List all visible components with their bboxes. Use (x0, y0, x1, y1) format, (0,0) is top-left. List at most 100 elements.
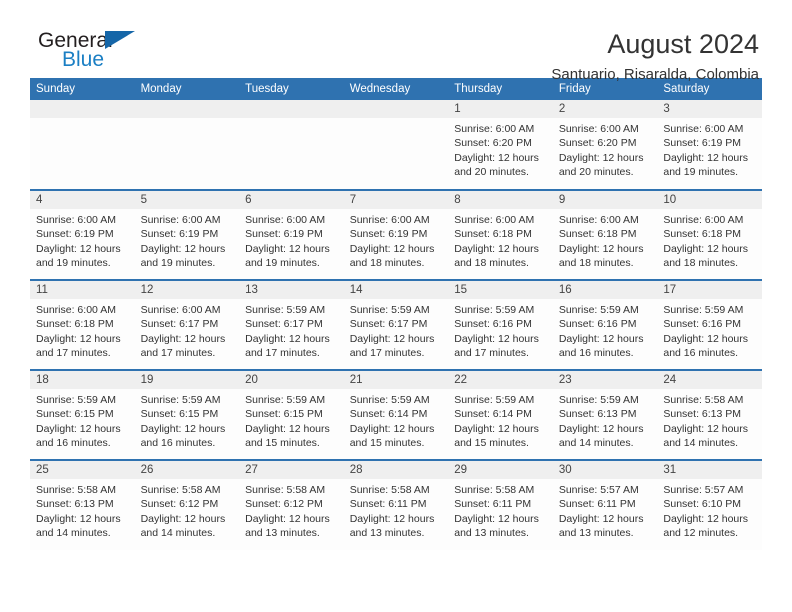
daylight-text-line2: and 15 minutes. (245, 437, 320, 450)
daylight-text-line2: and 14 minutes. (558, 437, 634, 450)
brand-logo[interactable]: General Blue (30, 28, 150, 78)
day-cell-empty (30, 100, 135, 190)
daylight-text-line2: and 17 minutes. (245, 347, 320, 360)
sunset-text: Sunset: 6:18 PM (558, 228, 637, 241)
daylight-text-line1: Daylight: 12 hours (454, 332, 539, 345)
day-cell-empty (343, 100, 449, 190)
sunset-text: Sunset: 6:18 PM (663, 228, 742, 241)
day-cell[interactable]: 28 Sunrise: 5:58 AM Sunset: 6:11 PM Dayligh… (343, 459, 449, 550)
day-details: Sunrise: 5:58 AM Sunset: 6:11 PM Daylight:… (448, 479, 553, 541)
daylight-text-line2: and 18 minutes. (454, 257, 529, 270)
day-details: Sunrise: 5:59 AM Sunset: 6:15 PM Daylight:… (30, 389, 135, 451)
daylight-text-line1: Daylight: 12 hours (663, 151, 749, 164)
sunset-text: Sunset: 6:12 PM (245, 498, 323, 511)
calendar-body: 1 Sunrise: 6:00 AM Sunset: 6:20 PM Daylight… (30, 100, 762, 550)
day-number: 14 (343, 281, 449, 299)
day-cell[interactable]: 26 Sunrise: 5:58 AM Sunset: 6:12 PM Dayligh… (134, 459, 240, 550)
day-number: 17 (657, 281, 762, 299)
day-cell[interactable]: 6 Sunrise: 6:00 AM Sunset: 6:19 PM Daylight… (239, 189, 344, 280)
day-cell[interactable]: 23 Sunrise: 5:59 AM Sunset: 6:13 PM Dayligh… (552, 369, 658, 460)
daylight-text-line2: and 12 minutes. (663, 527, 739, 540)
day-details: Sunrise: 5:57 AM Sunset: 6:10 PM Daylight:… (657, 479, 762, 541)
daylight-text-line2: and 17 minutes. (36, 347, 111, 360)
day-details: Sunrise: 5:59 AM Sunset: 6:16 PM Daylight:… (553, 299, 658, 361)
daylight-text-line1: Daylight: 12 hours (140, 242, 226, 255)
daylight-text-line2: and 16 minutes. (140, 437, 216, 450)
day-details: Sunrise: 6:00 AM Sunset: 6:18 PM Daylight:… (30, 299, 135, 361)
day-cell[interactable]: 11 Sunrise: 6:00 AM Sunset: 6:18 PM Dayligh… (30, 279, 135, 370)
day-cell[interactable]: 14 Sunrise: 5:59 AM Sunset: 6:17 PM Dayligh… (343, 279, 449, 370)
day-cell[interactable]: 17 Sunrise: 5:59 AM Sunset: 6:16 PM Dayligh… (657, 279, 762, 370)
day-cell[interactable]: 19 Sunrise: 5:59 AM Sunset: 6:15 PM Dayligh… (134, 369, 240, 460)
day-details: Sunrise: 6:00 AM Sunset: 6:17 PM Daylight:… (135, 299, 240, 361)
daylight-text-line1: Daylight: 12 hours (349, 332, 435, 345)
day-number: 10 (657, 191, 762, 209)
day-cell[interactable]: 7 Sunrise: 6:00 AM Sunset: 6:19 PM Daylight… (343, 189, 449, 280)
day-details: Sunrise: 6:00 AM Sunset: 6:20 PM Daylight:… (553, 118, 658, 180)
sunset-text: Sunset: 6:16 PM (454, 318, 532, 331)
sunset-text: Sunset: 6:18 PM (454, 228, 532, 241)
sunrise-text: Sunrise: 5:59 AM (558, 304, 639, 316)
sunset-text: Sunset: 6:19 PM (36, 228, 114, 241)
day-details: Sunrise: 5:57 AM Sunset: 6:11 PM Daylight:… (553, 479, 658, 541)
sunrise-text: Sunrise: 5:59 AM (349, 304, 430, 316)
sunset-text: Sunset: 6:14 PM (454, 408, 532, 421)
sunrise-text: Sunrise: 5:59 AM (140, 394, 221, 406)
daylight-text-line2: and 14 minutes. (36, 527, 111, 540)
day-cell[interactable]: 16 Sunrise: 5:59 AM Sunset: 6:16 PM Dayligh… (552, 279, 658, 370)
day-cell[interactable]: 21 Sunrise: 5:59 AM Sunset: 6:14 PM Dayligh… (343, 369, 449, 460)
sunrise-text: Sunrise: 6:00 AM (36, 214, 116, 226)
sunrise-text: Sunrise: 5:59 AM (454, 394, 535, 406)
day-cell[interactable]: 24 Sunrise: 5:58 AM Sunset: 6:13 PM Dayligh… (657, 369, 762, 460)
day-number: 12 (134, 281, 240, 299)
day-number: 8 (448, 191, 553, 209)
day-number: 4 (30, 191, 135, 209)
daylight-text-line2: and 19 minutes. (245, 257, 320, 270)
sunset-text: Sunset: 6:20 PM (558, 137, 637, 150)
day-cell[interactable]: 29 Sunrise: 5:58 AM Sunset: 6:11 PM Dayligh… (448, 459, 553, 550)
daylight-text-line1: Daylight: 12 hours (558, 422, 644, 435)
day-number: 5 (134, 191, 240, 209)
daylight-text-line2: and 18 minutes. (349, 257, 425, 270)
weekday-header-sunday: Sunday (30, 78, 135, 100)
day-cell[interactable]: 8 Sunrise: 6:00 AM Sunset: 6:18 PM Daylight… (448, 189, 553, 280)
sunset-text: Sunset: 6:11 PM (349, 498, 427, 511)
day-cell[interactable]: 30 Sunrise: 5:57 AM Sunset: 6:11 PM Dayligh… (552, 459, 658, 550)
sunrise-text: Sunrise: 5:59 AM (349, 394, 430, 406)
sunset-text: Sunset: 6:17 PM (140, 318, 219, 331)
day-cell[interactable]: 12 Sunrise: 6:00 AM Sunset: 6:17 PM Dayligh… (134, 279, 240, 370)
day-cell[interactable]: 31 Sunrise: 5:57 AM Sunset: 6:10 PM Dayligh… (657, 459, 762, 550)
day-cell[interactable]: 4 Sunrise: 6:00 AM Sunset: 6:19 PM Daylight… (30, 189, 135, 280)
day-cell[interactable]: 27 Sunrise: 5:58 AM Sunset: 6:12 PM Dayligh… (239, 459, 344, 550)
calendar-week-row: 18 Sunrise: 5:59 AM Sunset: 6:15 PM Dayligh… (30, 369, 762, 460)
day-cell[interactable]: 25 Sunrise: 5:58 AM Sunset: 6:13 PM Dayligh… (30, 459, 135, 550)
day-cell[interactable]: 3 Sunrise: 6:00 AM Sunset: 6:19 PM Daylight… (657, 100, 762, 190)
sunrise-text: Sunrise: 5:59 AM (454, 304, 535, 316)
sunset-text: Sunset: 6:19 PM (663, 137, 742, 150)
day-cell[interactable]: 18 Sunrise: 5:59 AM Sunset: 6:15 PM Dayligh… (30, 369, 135, 460)
sunrise-text: Sunrise: 6:00 AM (558, 123, 639, 135)
day-number: 3 (657, 100, 762, 118)
daylight-text-line2: and 19 minutes. (140, 257, 216, 270)
day-cell[interactable]: 2 Sunrise: 6:00 AM Sunset: 6:20 PM Daylight… (552, 100, 658, 190)
day-cell[interactable]: 15 Sunrise: 5:59 AM Sunset: 6:16 PM Dayligh… (448, 279, 553, 370)
daylight-text-line1: Daylight: 12 hours (36, 422, 121, 435)
daylight-text-line1: Daylight: 12 hours (558, 332, 644, 345)
daylight-text-line1: Daylight: 12 hours (663, 422, 749, 435)
day-number: 16 (552, 281, 658, 299)
day-number: 24 (657, 371, 762, 389)
sunset-text: Sunset: 6:17 PM (245, 318, 323, 331)
day-cell[interactable]: 22 Sunrise: 5:59 AM Sunset: 6:14 PM Dayligh… (448, 369, 553, 460)
day-details: Sunrise: 5:59 AM Sunset: 6:17 PM Daylight:… (344, 299, 449, 361)
day-details: Sunrise: 6:00 AM Sunset: 6:19 PM Daylight:… (135, 209, 240, 271)
sunrise-text: Sunrise: 5:58 AM (140, 484, 221, 496)
day-cell[interactable]: 9 Sunrise: 6:00 AM Sunset: 6:18 PM Daylight… (552, 189, 658, 280)
day-cell[interactable]: 10 Sunrise: 6:00 AM Sunset: 6:18 PM Dayligh… (657, 189, 762, 280)
day-cell[interactable]: 5 Sunrise: 6:00 AM Sunset: 6:19 PM Daylight… (134, 189, 240, 280)
day-cell[interactable]: 20 Sunrise: 5:59 AM Sunset: 6:15 PM Dayligh… (239, 369, 344, 460)
day-cell[interactable]: 1 Sunrise: 6:00 AM Sunset: 6:20 PM Daylight… (448, 100, 553, 190)
sunrise-text: Sunrise: 6:00 AM (245, 214, 326, 226)
day-cell[interactable]: 13 Sunrise: 5:59 AM Sunset: 6:17 PM Dayligh… (239, 279, 344, 370)
sunset-text: Sunset: 6:20 PM (454, 137, 532, 150)
daylight-text-line2: and 17 minutes. (454, 347, 529, 360)
